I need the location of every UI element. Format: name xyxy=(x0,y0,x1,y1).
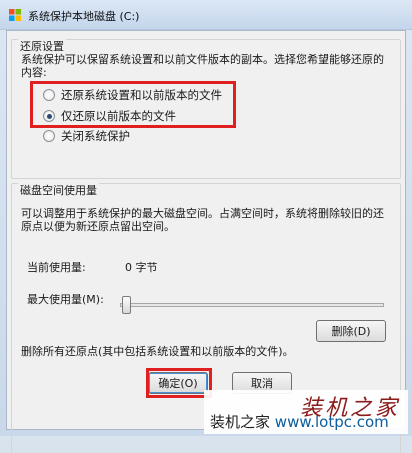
windows-flag-icon xyxy=(9,9,21,21)
max-usage-slider[interactable] xyxy=(120,296,390,314)
radio-label: 关闭系统保护 xyxy=(61,129,130,143)
title-bar[interactable]: 系统保护本地磁盘 (C:) xyxy=(0,0,412,30)
disk-usage-label: 磁盘空间使用量 xyxy=(18,182,99,198)
restore-settings-description: 系统保护可以保留系统设置和以前文件版本的副本。选择您希望能够还原的内容: xyxy=(21,53,384,79)
radio-button[interactable] xyxy=(43,130,55,142)
watermark: 装机之家 装机之家 www.lotpc.com xyxy=(204,390,408,434)
slider-track[interactable] xyxy=(120,303,384,307)
max-usage-label: 最大使用量(M): xyxy=(27,293,104,306)
restore-settings-label: 还原设置 xyxy=(18,38,66,54)
radio-turn-off-protection[interactable]: 关闭系统保护 xyxy=(43,128,130,144)
delete-restore-points-description: 删除所有还原点(其中包括系统设置和以前版本的文件)。 xyxy=(21,345,294,358)
disk-usage-description: 可以调整用于系统保护的最大磁盘空间。占满空间时，系统将删除较旧的还原点以便为新还… xyxy=(21,207,384,233)
current-usage-label: 当前使用量: xyxy=(27,261,86,274)
watermark-site-name: 装机之家 xyxy=(210,413,271,431)
slider-thumb[interactable] xyxy=(122,296,131,314)
window-title: 系统保护本地磁盘 (C:) xyxy=(28,10,140,23)
watermark-site: 装机之家 www.lotpc.com xyxy=(210,411,389,432)
delete-button[interactable]: 删除(D) xyxy=(316,320,386,342)
options-highlight-box xyxy=(30,81,236,128)
ok-highlight-box xyxy=(146,368,212,398)
watermark-site-url: www.lotpc.com xyxy=(274,413,389,431)
current-usage-value: 0 字节 xyxy=(125,261,158,274)
system-protection-window: 系统保护本地磁盘 (C:) 还原设置 系统保护可以保留系统设置和以前文件版本的副… xyxy=(0,0,412,453)
